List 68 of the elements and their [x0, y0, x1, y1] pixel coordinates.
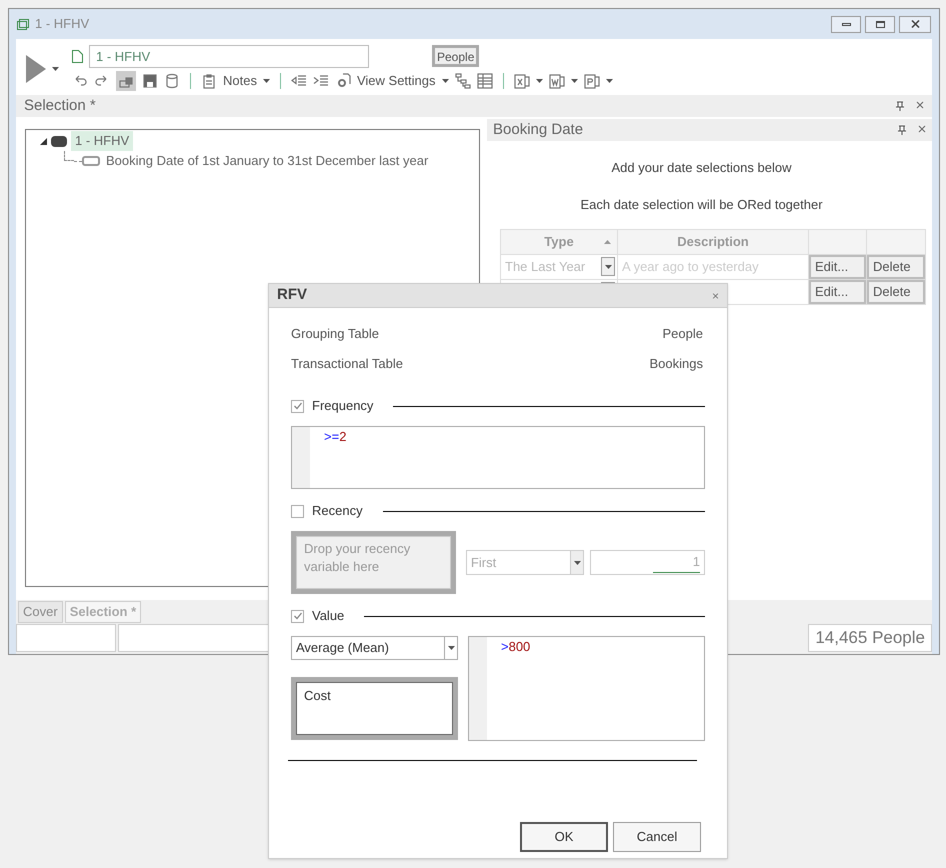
slides-icon[interactable] [584, 73, 600, 89]
caret-icon[interactable] [442, 79, 448, 83]
document-icon [72, 50, 83, 62]
name-field[interactable]: 1 - HFHV [89, 44, 369, 68]
close-button[interactable]: × [712, 286, 719, 304]
info-label: Grouping Table [291, 325, 379, 343]
save-icon[interactable] [142, 73, 158, 89]
caret-icon[interactable] [570, 79, 578, 83]
panel-title: Selection * [24, 96, 96, 116]
rfv-icon [51, 136, 67, 146]
dropdown-button[interactable] [601, 257, 615, 276]
table-button[interactable]: People [432, 45, 480, 67]
hint-text: Add your date selections below [610, 159, 792, 177]
tree-item[interactable]: Booking Date of 1st January to 31st December last year [104, 151, 430, 171]
info-value: People [662, 325, 703, 343]
window-icon [17, 18, 29, 30]
expression-editor[interactable]: >800 [468, 636, 705, 741]
caret-icon[interactable] [262, 79, 270, 83]
clipboard-icon[interactable] [201, 73, 217, 89]
close-button[interactable] [899, 16, 931, 32]
delete-button[interactable]: Delete [867, 255, 925, 279]
view-settings-button[interactable]: View Settings [356, 71, 436, 91]
drop-zone[interactable]: Cost [291, 677, 458, 740]
info-value: Bookings [650, 355, 703, 373]
section-label: Value [312, 607, 344, 626]
database-icon[interactable] [164, 73, 180, 89]
window-title: 1 - HFHV [35, 15, 90, 34]
record-count: 14,465 People [808, 624, 932, 652]
aggregate-dropdown[interactable]: Average (Mean) [291, 636, 458, 660]
panel-title: Booking Date [493, 120, 584, 140]
checkbox[interactable] [291, 400, 304, 412]
caret-icon[interactable] [536, 79, 542, 83]
delete-button[interactable]: Delete [867, 280, 925, 304]
pin-icon[interactable] [896, 101, 904, 111]
word-doc-icon[interactable] [548, 73, 564, 89]
expand-icon[interactable] [40, 138, 47, 144]
checkbox[interactable] [291, 610, 304, 622]
caret-icon[interactable] [604, 264, 612, 268]
sort-icon [604, 240, 611, 244]
grid-icon[interactable] [476, 73, 492, 89]
edit-button[interactable]: Edit... [809, 255, 866, 279]
maximize-button[interactable] [865, 16, 895, 32]
caret-icon[interactable] [606, 79, 612, 83]
dialog-title: RFV [277, 285, 307, 306]
info-label: Transactional Table [291, 355, 404, 373]
expression-editor[interactable]: >=2 [291, 426, 705, 489]
condition-icon [82, 156, 100, 166]
section-label: Frequency [312, 397, 374, 416]
checkbox[interactable] [291, 504, 304, 518]
caret-icon[interactable] [574, 560, 581, 564]
pin-icon[interactable] [898, 125, 906, 135]
spreadsheet-icon[interactable] [514, 73, 530, 89]
hierarchy-icon[interactable] [454, 73, 470, 89]
close-icon[interactable] [918, 125, 926, 133]
run-icon[interactable] [26, 55, 46, 83]
table-cell: The Last Year [500, 254, 618, 280]
caret-icon[interactable] [52, 67, 59, 71]
tree-item[interactable]: 1 - HFHV [71, 131, 134, 151]
dialog-button[interactable]: OK [520, 822, 608, 852]
section-label: Recency [312, 502, 363, 520]
note-text: Each date selection will be ORed together [579, 196, 824, 214]
close-icon [910, 20, 920, 28]
dialog-button[interactable]: Cancel [613, 822, 701, 852]
close-icon[interactable] [916, 101, 924, 109]
edit-button[interactable]: Edit... [809, 280, 866, 304]
caret-icon[interactable] [448, 646, 454, 650]
minimize-button[interactable] [831, 16, 861, 32]
notes-button[interactable]: Notes [223, 71, 257, 91]
